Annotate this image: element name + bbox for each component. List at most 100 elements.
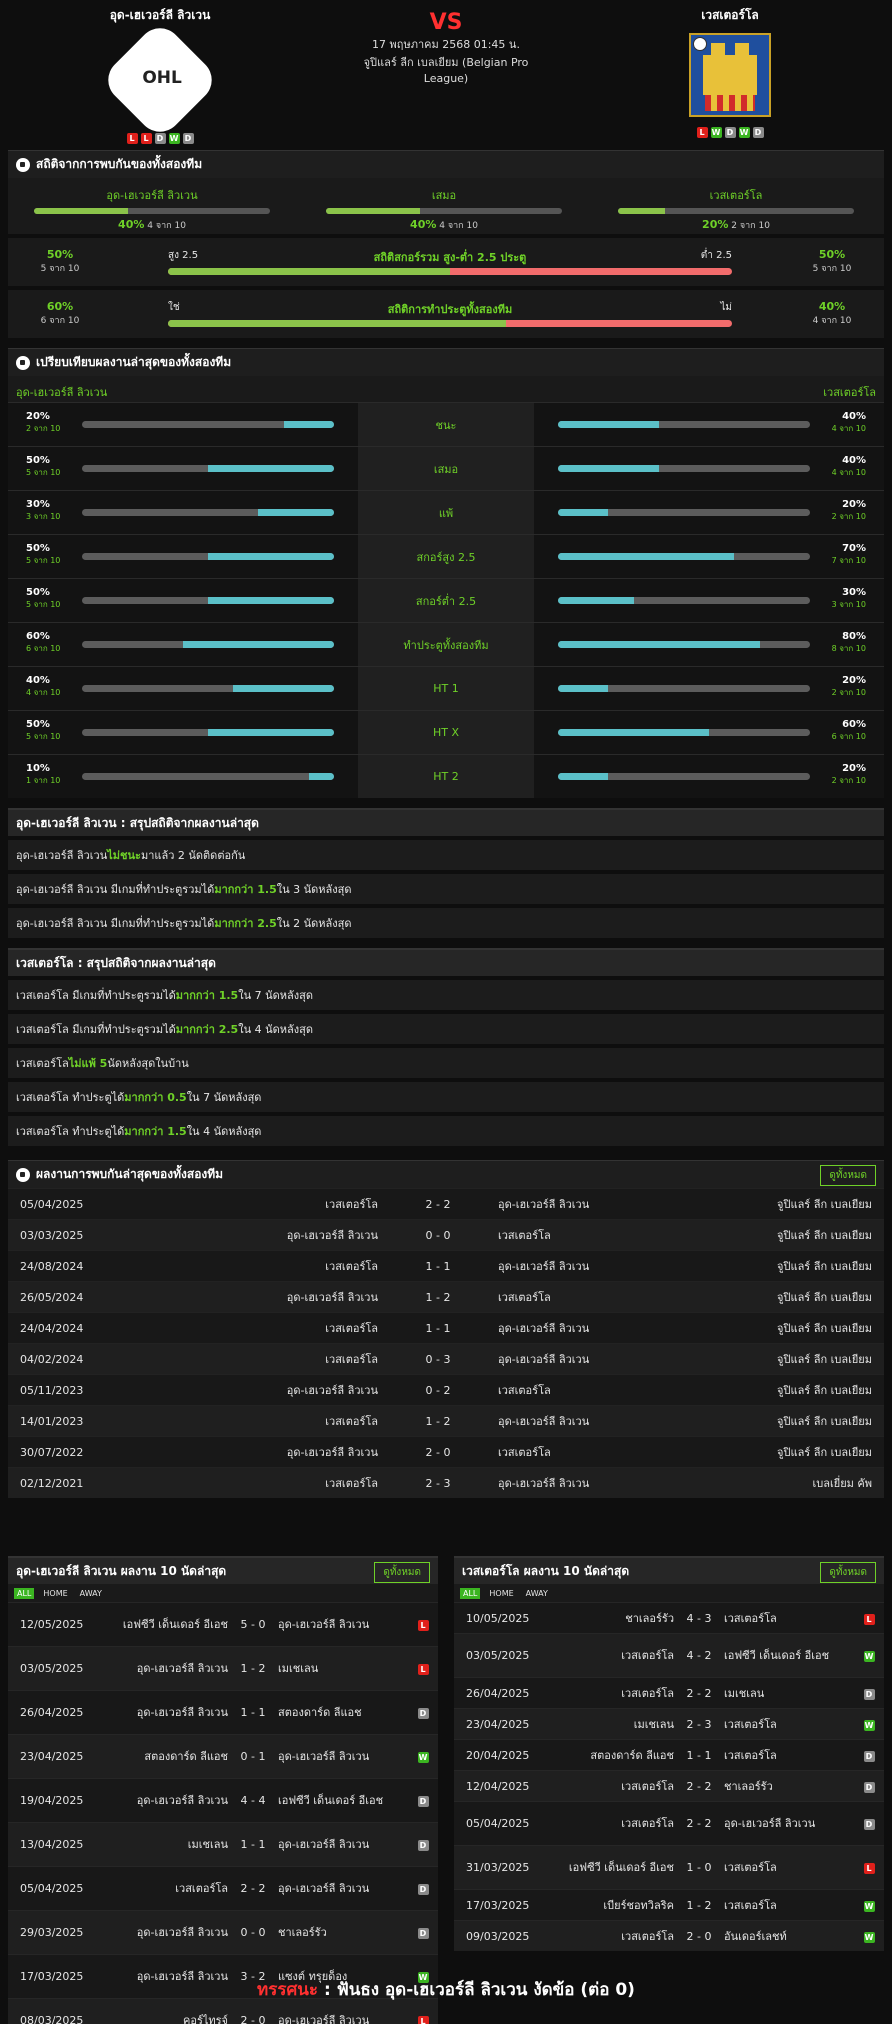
result-home[interactable]: เวสเตอร์โล [544,1929,674,1944]
match-row[interactable]: 02/12/2021 เวสเตอร์โล 2 - 3 อุด-เฮเวอร์ลี ล… [8,1467,884,1498]
match-league[interactable]: จูปิแลร์ ลีก เบลเยียม (Belgian Pro Leagu… [346,55,546,87]
result-home[interactable]: เวสเตอร์โล [544,1686,674,1701]
match-home[interactable]: เวสเตอร์โล [188,1319,378,1337]
result-away[interactable]: อุด-เฮเวอร์ลี ลิวเวน [278,1881,408,1896]
result-away[interactable]: ชาเลอร์รัว [724,1779,854,1794]
away-team-name[interactable]: เวสเตอร์โล [630,6,830,25]
match-home[interactable]: เวสเตอร์โล [188,1474,378,1492]
result-home[interactable]: อุด-เฮเวอร์ลี ลิวเวน [98,1661,228,1676]
match-league[interactable]: จูปิแลร์ ลีก เบลเยียม [698,1288,884,1306]
result-row[interactable]: 31/03/2025 เอฟซีวี เด็นเดอร์ อีเอช 1 - 0 เว… [454,1845,884,1889]
match-league[interactable]: จูปิแลร์ ลีก เบลเยียม [698,1381,884,1399]
result-home[interactable]: เวสเตอร์โล [98,1881,228,1896]
match-row[interactable]: 05/04/2025 เวสเตอร์โล 2 - 2 อุด-เฮเวอร์ลี ล… [8,1188,884,1219]
match-home[interactable]: เวสเตอร์โล [188,1195,378,1213]
match-home[interactable]: เวสเตอร์โล [188,1350,378,1368]
match-league[interactable]: จูปิแลร์ ลีก เบลเยียม [698,1257,884,1275]
result-away[interactable]: อุด-เฮเวอร์ลี ลิวเวน [278,2013,408,2024]
result-away[interactable]: ชาเลอร์รัว [278,1925,408,1940]
result-row[interactable]: 12/04/2025 เวสเตอร์โล 2 - 2 ชาเลอร์รัว D [454,1770,884,1801]
result-home[interactable]: ชาเลอร์รัว [544,1611,674,1626]
view-all-button[interactable]: ดูทั้งหมด [374,1562,430,1583]
match-row[interactable]: 04/02/2024 เวสเตอร์โล 0 - 3 อุด-เฮเวอร์ลี ล… [8,1343,884,1374]
match-home[interactable]: อุด-เฮเวอร์ลี ลิวเวน [188,1226,378,1244]
match-row[interactable]: 24/04/2024 เวสเตอร์โล 1 - 1 อุด-เฮเวอร์ลี ล… [8,1312,884,1343]
result-row[interactable]: 23/04/2025 เมเชเลน 2 - 3 เวสเตอร์โล W [454,1708,884,1739]
match-league[interactable]: จูปิแลร์ ลีก เบลเยียม [698,1443,884,1461]
match-league[interactable]: จูปิแลร์ ลีก เบลเยียม [698,1412,884,1430]
result-row[interactable]: 05/04/2025 เวสเตอร์โล 2 - 2 อุด-เฮเวอร์ลี ล… [454,1801,884,1845]
home-team-name[interactable]: อุด-เฮเวอร์ลี ลิวเวน [60,6,260,25]
match-row[interactable]: 26/05/2024 อุด-เฮเวอร์ลี ลิวเวน 1 - 2 เวสเต… [8,1281,884,1312]
result-away[interactable]: อันเดอร์เลชท์ [724,1929,854,1944]
result-row[interactable]: 29/03/2025 อุด-เฮเวอร์ลี ลิวเวน 0 - 0 ชาเลอ… [8,1910,438,1954]
result-away[interactable]: เอฟซีวี เด็นเดอร์ อีเอช [278,1793,408,1808]
result-home[interactable]: คอร์ไทรจ์ [98,2013,228,2024]
result-away[interactable]: เมเชเลน [724,1686,854,1701]
tab-home[interactable]: HOME [40,1588,70,1599]
match-away[interactable]: เวสเตอร์โล [498,1288,698,1306]
result-away[interactable]: อุด-เฮเวอร์ลี ลิวเวน [278,1837,408,1852]
result-away[interactable]: เวสเตอร์โล [724,1748,854,1763]
result-row[interactable]: 26/04/2025 เวสเตอร์โล 2 - 2 เมเชเลน D [454,1677,884,1708]
result-row[interactable]: 03/05/2025 เวสเตอร์โล 4 - 2 เอฟซีวี เด็นเดอ… [454,1633,884,1677]
result-away[interactable]: อุด-เฮเวอร์ลี ลิวเวน [278,1749,408,1764]
result-home[interactable]: เอฟซีวี เด็นเดอร์ อีเอช [544,1860,674,1875]
match-row[interactable]: 30/07/2022 อุด-เฮเวอร์ลี ลิวเวน 2 - 0 เวสเต… [8,1436,884,1467]
match-away[interactable]: เวสเตอร์โล [498,1226,698,1244]
match-home[interactable]: เวสเตอร์โล [188,1412,378,1430]
result-home[interactable]: อุด-เฮเวอร์ลี ลิวเวน [98,1925,228,1940]
result-row[interactable]: 23/04/2025 สตองดาร์ด ลีแอช 0 - 1 อุด-เฮเวอร… [8,1734,438,1778]
result-away[interactable]: อุด-เฮเวอร์ลี ลิวเวน [724,1816,854,1831]
result-home[interactable]: เวสเตอร์โล [544,1779,674,1794]
result-away[interactable]: เอฟซีวี เด็นเดอร์ อีเอช [724,1648,854,1663]
match-away[interactable]: อุด-เฮเวอร์ลี ลิวเวน [498,1350,698,1368]
match-row[interactable]: 14/01/2023 เวสเตอร์โล 1 - 2 อุด-เฮเวอร์ลี ล… [8,1405,884,1436]
match-league[interactable]: จูปิแลร์ ลีก เบลเยียม [698,1195,884,1213]
result-home[interactable]: สตองดาร์ด ลีแอช [544,1748,674,1763]
tab-away[interactable]: AWAY [523,1588,551,1599]
result-row[interactable]: 26/04/2025 อุด-เฮเวอร์ลี ลิวเวน 1 - 1 สตองด… [8,1690,438,1734]
result-home[interactable]: เบียร์ชอทวิลริค [544,1898,674,1913]
match-league[interactable]: เบลเยี่ยม คัพ [698,1474,884,1492]
result-away[interactable]: เวสเตอร์โล [724,1860,854,1875]
result-row[interactable]: 19/04/2025 อุด-เฮเวอร์ลี ลิวเวน 4 - 4 เอฟซี… [8,1778,438,1822]
match-away[interactable]: เวสเตอร์โล [498,1443,698,1461]
result-home[interactable]: เมเชเลน [544,1717,674,1732]
result-home[interactable]: เมเชเลน [98,1837,228,1852]
view-all-button[interactable]: ดูทั้งหมด [820,1562,876,1583]
result-away[interactable]: เวสเตอร์โล [724,1717,854,1732]
result-home[interactable]: อุด-เฮเวอร์ลี ลิวเวน [98,1793,228,1808]
result-home[interactable]: สตองดาร์ด ลีแอช [98,1749,228,1764]
result-row[interactable]: 09/03/2025 เวสเตอร์โล 2 - 0 อันเดอร์เลชท์ W [454,1920,884,1951]
home-team[interactable]: อุด-เฮเวอร์ลี ลิวเวน OHL LLDWD [60,6,260,144]
result-home[interactable]: เอฟซีวี เด็นเดอร์ อีเอช [98,1617,228,1632]
tab-all[interactable]: ALL [460,1587,481,1599]
result-home[interactable]: เวสเตอร์โล [544,1816,674,1831]
match-row[interactable]: 24/08/2024 เวสเตอร์โล 1 - 1 อุด-เฮเวอร์ลี ล… [8,1250,884,1281]
result-row[interactable]: 13/04/2025 เมเชเลน 1 - 1 อุด-เฮเวอร์ลี ลิวเ… [8,1822,438,1866]
result-row[interactable]: 03/05/2025 อุด-เฮเวอร์ลี ลิวเวน 1 - 2 เมเชเ… [8,1646,438,1690]
result-row[interactable]: 10/05/2025 ชาเลอร์รัว 4 - 3 เวสเตอร์โล L [454,1602,884,1633]
match-away[interactable]: อุด-เฮเวอร์ลี ลิวเวน [498,1257,698,1275]
match-away[interactable]: อุด-เฮเวอร์ลี ลิวเวน [498,1195,698,1213]
match-home[interactable]: เวสเตอร์โล [188,1257,378,1275]
result-away[interactable]: เมเชเลน [278,1661,408,1676]
match-row[interactable]: 05/11/2023 อุด-เฮเวอร์ลี ลิวเวน 0 - 2 เวสเต… [8,1374,884,1405]
match-home[interactable]: อุด-เฮเวอร์ลี ลิวเวน [188,1381,378,1399]
view-all-button[interactable]: ดูทั้งหมด [820,1165,876,1186]
match-away[interactable]: อุด-เฮเวอร์ลี ลิวเวน [498,1319,698,1337]
away-team[interactable]: เวสเตอร์โล LWDWD [630,6,830,138]
result-row[interactable]: 05/04/2025 เวสเตอร์โล 2 - 2 อุด-เฮเวอร์ลี ล… [8,1866,438,1910]
match-home[interactable]: อุด-เฮเวอร์ลี ลิวเวน [188,1288,378,1306]
match-league[interactable]: จูปิแลร์ ลีก เบลเยียม [698,1319,884,1337]
result-away[interactable]: เวสเตอร์โล [724,1611,854,1626]
result-away[interactable]: เวสเตอร์โล [724,1898,854,1913]
tab-away[interactable]: AWAY [77,1588,105,1599]
result-home[interactable]: อุด-เฮเวอร์ลี ลิวเวน [98,1705,228,1720]
match-league[interactable]: จูปิแลร์ ลีก เบลเยียม [698,1226,884,1244]
match-away[interactable]: อุด-เฮเวอร์ลี ลิวเวน [498,1474,698,1492]
result-row[interactable]: 20/04/2025 สตองดาร์ด ลีแอช 1 - 1 เวสเตอร์โล… [454,1739,884,1770]
match-league[interactable]: จูปิแลร์ ลีก เบลเยียม [698,1350,884,1368]
result-row[interactable]: 17/03/2025 เบียร์ชอทวิลริค 1 - 2 เวสเตอร์โล… [454,1889,884,1920]
